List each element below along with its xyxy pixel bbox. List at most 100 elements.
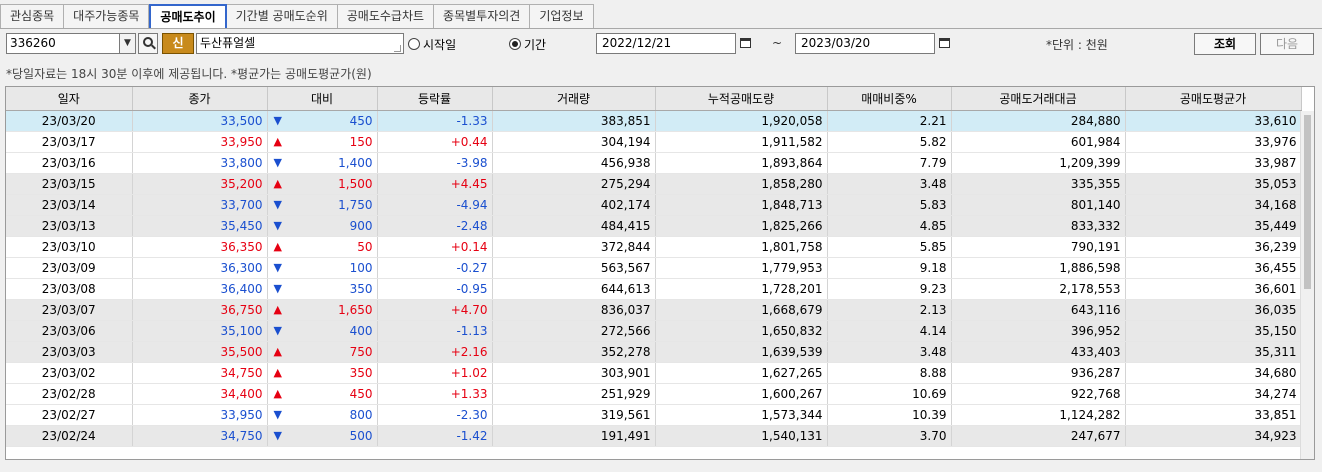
cell-change: ▲ 750	[267, 341, 378, 363]
tab-watchlist[interactable]: 관심종목	[0, 4, 65, 28]
table-row[interactable]: 23/03/03 35,500 ▲ 750 +2.16 352,278 1,639,539 3…	[6, 341, 1302, 363]
cell-short-amount: 433,403	[951, 341, 1126, 363]
date-to-calendar-button[interactable]	[936, 35, 953, 51]
tab-investment-opinion[interactable]: 종목별투자의견	[434, 4, 531, 28]
cell-date: 23/03/15	[6, 173, 133, 195]
table-body: 23/03/20 33,500 ▼ 450 -1.33 383,851 1,920,058 2…	[6, 110, 1302, 447]
scrollbar-thumb[interactable]	[1304, 115, 1311, 289]
column-header-cumulative-short[interactable]: 누적공매도량	[655, 87, 828, 111]
cell-date: 23/03/07	[6, 299, 133, 321]
unit-label: *단위 : 천원	[1046, 38, 1108, 52]
table-row[interactable]: 23/03/06 35,100 ▼ 400 -1.13 272,566 1,650,832 4…	[6, 320, 1302, 342]
cell-short-amount: 1,124,282	[951, 404, 1126, 426]
short-selling-grid[interactable]: 일자 종가 대비 등락률 거래량 누적공매도량 매매비중% 공매도거래대금 공매…	[5, 86, 1315, 460]
cell-short-amount: 936,287	[951, 362, 1126, 384]
cell-short-amount: 2,178,553	[951, 278, 1126, 300]
cell-trade-ratio: 9.18	[827, 257, 952, 279]
column-header-rate[interactable]: 등락률	[377, 87, 493, 111]
table-row[interactable]: 23/03/02 34,750 ▲ 350 +1.02 303,901 1,627,265 8…	[6, 362, 1302, 384]
query-button[interactable]: 조회	[1194, 33, 1256, 55]
change-value: 350	[349, 365, 373, 380]
cell-close: 33,950	[132, 404, 268, 426]
cell-change: ▼ 1,400	[267, 152, 378, 174]
cell-volume: 372,844	[492, 236, 656, 258]
cell-trade-ratio: 5.82	[827, 131, 952, 153]
stock-name-field[interactable]: 두산퓨얼셀	[196, 33, 404, 54]
table-row[interactable]: 23/03/20 33,500 ▼ 450 -1.33 383,851 1,920,058 2…	[6, 110, 1302, 132]
table-row[interactable]: 23/02/24 34,750 ▼ 500 -1.42 191,491 1,540,131 3…	[6, 425, 1302, 447]
tab-borrowable-stocks[interactable]: 대주가능종목	[64, 4, 150, 28]
table-row[interactable]: 23/03/14 33,700 ▼ 1,750 -4.94 402,174 1,848,71…	[6, 194, 1302, 216]
column-header-trade-ratio[interactable]: 매매비중%	[827, 87, 952, 111]
cell-date: 23/02/28	[6, 383, 133, 405]
cell-cumulative-short: 1,920,058	[655, 110, 828, 132]
cell-rate: -0.95	[377, 278, 493, 300]
down-arrow-icon: ▼	[273, 155, 282, 169]
cell-volume: 319,561	[492, 404, 656, 426]
column-header-change[interactable]: 대비	[267, 87, 378, 111]
table-row[interactable]: 23/03/17 33,950 ▲ 150 +0.44 304,194 1,911,582 5…	[6, 131, 1302, 153]
cell-date: 23/03/03	[6, 341, 133, 363]
cell-date: 23/03/02	[6, 362, 133, 384]
radio-period[interactable]: 기간	[509, 35, 546, 53]
new-listing-badge[interactable]: 신	[162, 33, 194, 54]
cell-short-avg-price: 34,680	[1125, 362, 1302, 384]
cell-rate: -0.27	[377, 257, 493, 279]
up-arrow-icon: ▲	[273, 365, 282, 379]
cell-short-avg-price: 34,168	[1125, 194, 1302, 216]
cell-trade-ratio: 10.69	[827, 383, 952, 405]
tab-company-info[interactable]: 기업정보	[530, 4, 594, 28]
cell-date: 23/03/08	[6, 278, 133, 300]
cell-change: ▲ 450	[267, 383, 378, 405]
column-header-date[interactable]: 일자	[6, 87, 133, 111]
column-header-volume[interactable]: 거래량	[492, 87, 656, 111]
stock-search-button[interactable]	[138, 33, 158, 54]
tab-period-short-ranking[interactable]: 기간별 공매도순위	[226, 4, 338, 28]
table-row[interactable]: 23/02/28 34,400 ▲ 450 +1.33 251,929 1,600,267 1…	[6, 383, 1302, 405]
up-arrow-icon: ▲	[273, 239, 282, 253]
data-notice: *당일자료는 18시 30분 이후에 제공됩니다. *평균가는 공매도평균가(원…	[6, 67, 372, 81]
cell-change: ▼ 100	[267, 257, 378, 279]
date-from-input[interactable]: 2022/12/21	[596, 33, 736, 54]
table-row[interactable]: 23/03/08 36,400 ▼ 350 -0.95 644,613 1,728,201 9…	[6, 278, 1302, 300]
cell-trade-ratio: 8.88	[827, 362, 952, 384]
table-row[interactable]: 23/03/10 36,350 ▲ 50 +0.14 372,844 1,801,758 5.…	[6, 236, 1302, 258]
cell-trade-ratio: 3.70	[827, 425, 952, 447]
radio-start-date[interactable]: 시작일	[408, 35, 456, 53]
column-header-short-amount[interactable]: 공매도거래대금	[951, 87, 1126, 111]
column-header-short-avg-price[interactable]: 공매도평균가	[1125, 87, 1302, 111]
table-row[interactable]: 23/03/09 36,300 ▼ 100 -0.27 563,567 1,779,953 9…	[6, 257, 1302, 279]
change-value: 1,400	[338, 155, 373, 170]
cell-trade-ratio: 4.14	[827, 320, 952, 342]
cell-rate: +4.70	[377, 299, 493, 321]
cell-change: ▲ 1,500	[267, 173, 378, 195]
date-to-input[interactable]: 2023/03/20	[795, 33, 935, 54]
cell-short-amount: 284,880	[951, 110, 1126, 132]
table-row[interactable]: 23/03/15 35,200 ▲ 1,500 +4.45 275,294 1,858,28…	[6, 173, 1302, 195]
tab-short-supply-chart[interactable]: 공매도수급차트	[337, 4, 435, 28]
table-row[interactable]: 23/03/07 36,750 ▲ 1,650 +4.70 836,037 1,668,67…	[6, 299, 1302, 321]
stock-code-dropdown-button[interactable]: ▼	[120, 33, 136, 54]
change-value: 100	[349, 260, 373, 275]
table-row[interactable]: 23/03/13 35,450 ▼ 900 -2.48 484,415 1,825,266 4…	[6, 215, 1302, 237]
next-button[interactable]: 다음	[1260, 33, 1314, 55]
cell-trade-ratio: 5.85	[827, 236, 952, 258]
stock-code-input[interactable]: 336260	[6, 33, 120, 54]
vertical-scrollbar[interactable]	[1300, 111, 1314, 459]
cell-date: 23/03/06	[6, 320, 133, 342]
table-row[interactable]: 23/03/16 33,800 ▼ 1,400 -3.98 456,938 1,893,86…	[6, 152, 1302, 174]
table-row[interactable]: 23/02/27 33,950 ▼ 800 -2.30 319,561 1,573,344 1…	[6, 404, 1302, 426]
cell-cumulative-short: 1,668,679	[655, 299, 828, 321]
change-value: 150	[349, 134, 373, 149]
cell-short-amount: 801,140	[951, 194, 1126, 216]
up-arrow-icon: ▲	[273, 344, 282, 358]
cell-rate: +2.16	[377, 341, 493, 363]
column-header-close[interactable]: 종가	[132, 87, 268, 111]
tab-short-selling-trend[interactable]: 공매도추이	[149, 4, 227, 29]
cell-trade-ratio: 7.79	[827, 152, 952, 174]
cell-rate: -1.33	[377, 110, 493, 132]
date-from-calendar-button[interactable]	[737, 35, 754, 51]
cell-close: 35,500	[132, 341, 268, 363]
cell-change: ▼ 450	[267, 110, 378, 132]
cell-close: 35,200	[132, 173, 268, 195]
